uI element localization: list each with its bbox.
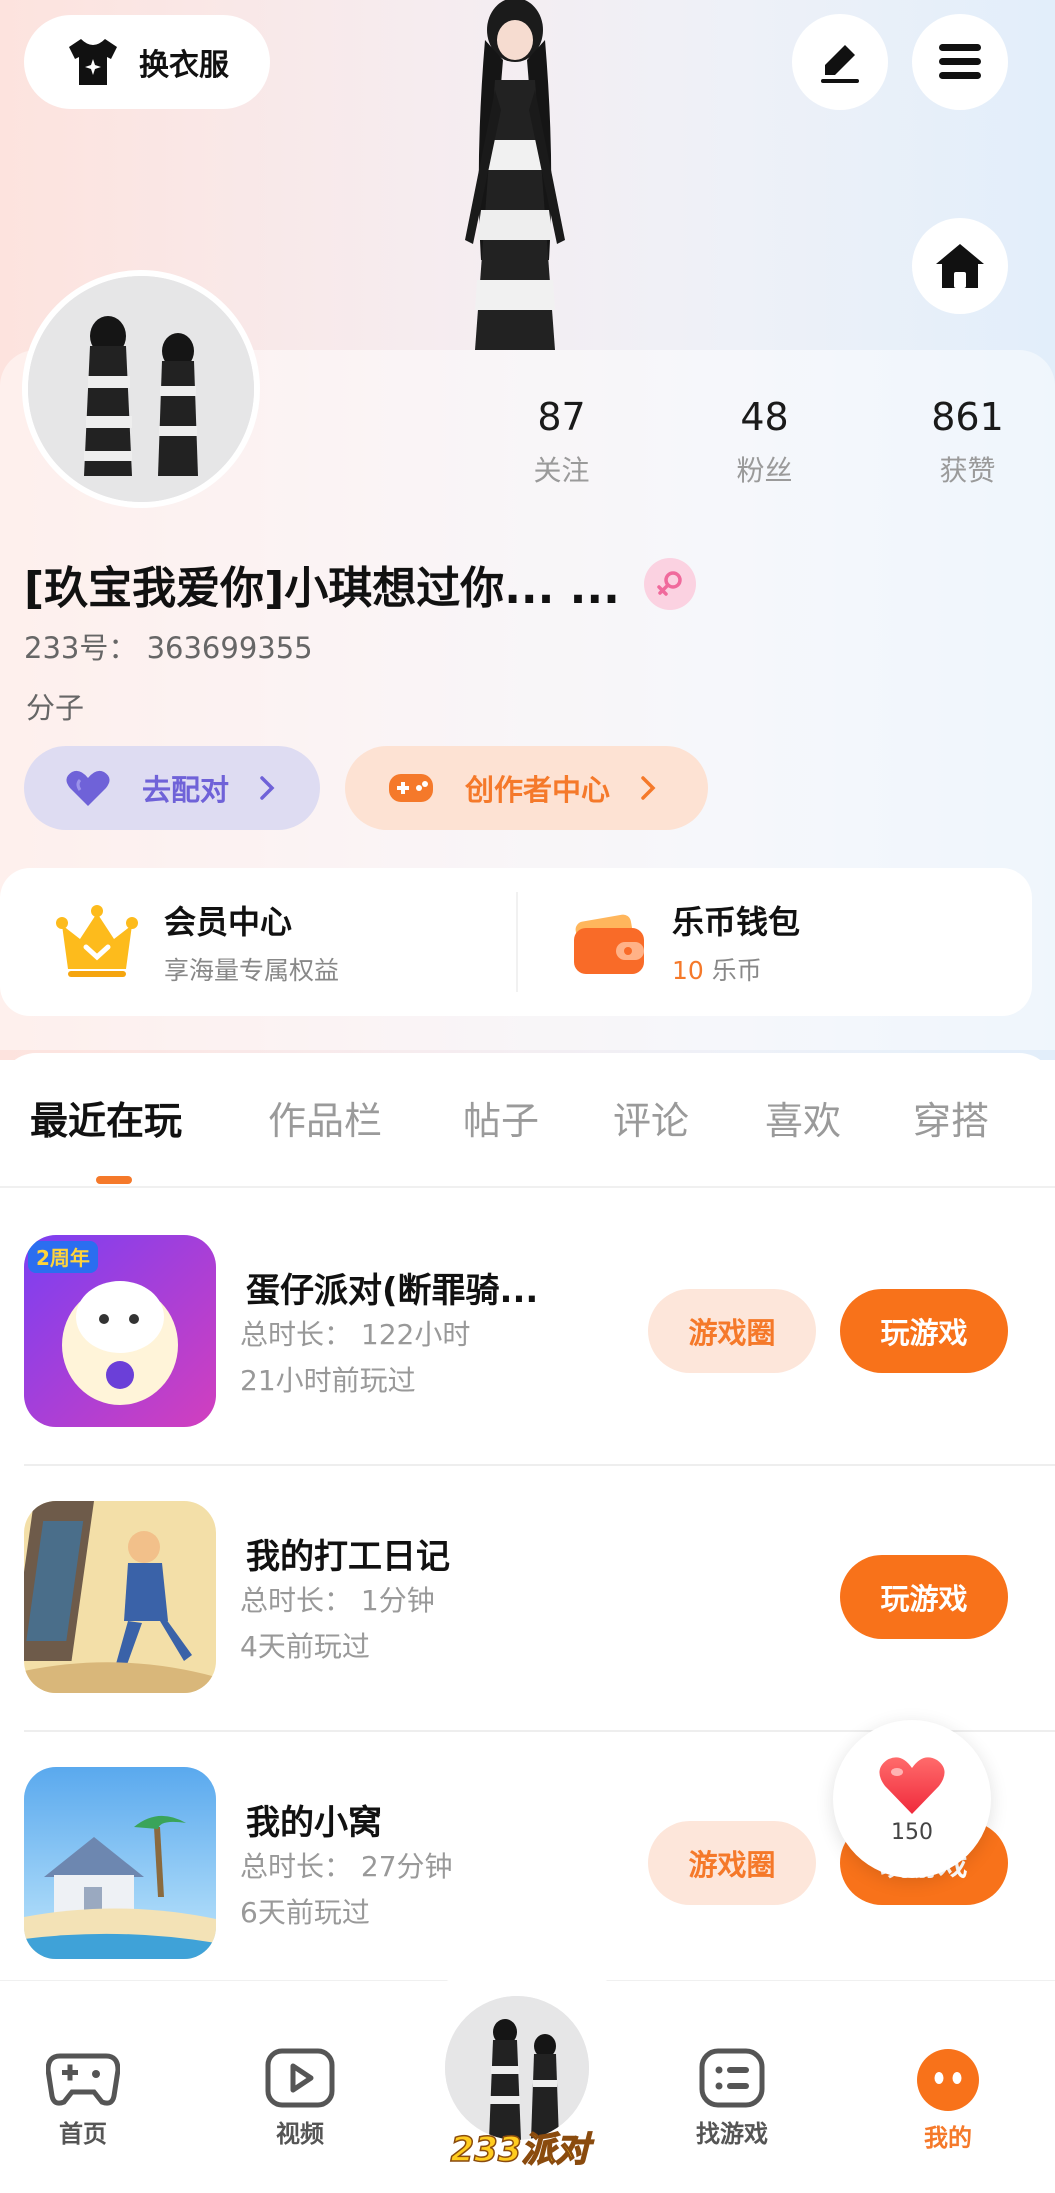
menu-button[interactable] [912, 14, 1008, 110]
nav-find-games[interactable]: 找游戏 [677, 2048, 787, 2149]
game-last-played: 4天前玩过 [240, 1630, 370, 1663]
game-row[interactable]: 我的打工日记 总时长： 1分钟 4天前玩过 玩游戏 [0, 1449, 1055, 1715]
tab-comments[interactable]: 评论 [613, 1090, 689, 1145]
change-outfit-button[interactable]: 换衣服 [24, 15, 270, 109]
work-diary-thumbnail [24, 1501, 216, 1693]
stat-following-value: 87 [537, 395, 586, 439]
pencil-icon [821, 45, 859, 83]
crown-icon [56, 905, 138, 977]
game-last-played: 21小时前玩过 [240, 1364, 416, 1397]
game-last-played: 6天前玩过 [240, 1896, 370, 1929]
card-divider [516, 892, 518, 992]
game-title: 我的小窝 [246, 1803, 382, 1843]
wallet-title: 乐币钱包 [672, 903, 801, 941]
vip-center-subtitle: 享海量专属权益 [164, 956, 340, 985]
match-button[interactable]: 去配对 [24, 746, 320, 830]
nav-home-label: 首页 [59, 2120, 107, 2148]
nav-find-games-label: 找游戏 [696, 2120, 768, 2148]
wallet-icon [574, 914, 644, 974]
vip-center-entry[interactable]: 会员中心 享海量专属权益 [0, 897, 516, 987]
home-space-button[interactable] [912, 218, 1008, 314]
video-play-icon [265, 2048, 335, 2108]
game-duration: 总时长： 27分钟 [240, 1850, 453, 1883]
svg-text:2周年: 2周年 [36, 1246, 90, 1270]
wallet-amount: 10 [672, 956, 704, 985]
hamburger-menu-icon [939, 44, 981, 79]
avatar-image [28, 276, 254, 502]
nickname: [玖宝我爱你]小琪想过你... ... [24, 563, 620, 614]
nav-video[interactable]: 视频 [245, 2048, 355, 2149]
stat-following-label: 关注 [533, 454, 590, 487]
nav-me[interactable]: 我的 [893, 2048, 1003, 2153]
female-symbol-icon [657, 571, 682, 596]
wallet-unit: 乐币 [711, 956, 762, 985]
game-thumbnail: 2周年 [24, 1235, 216, 1427]
tshirt-icon [69, 39, 117, 85]
play-game-button[interactable]: 玩游戏 [840, 1555, 1008, 1639]
user-id: 233号： 363699355 [24, 631, 313, 665]
stat-fans-value: 48 [740, 395, 789, 439]
avatar-3d-figure[interactable] [415, 0, 615, 350]
gamepad-icon [389, 774, 433, 802]
game-thumbnail [24, 1767, 216, 1959]
tab-posts[interactable]: 帖子 [463, 1090, 539, 1145]
nav-me-label: 我的 [924, 2124, 972, 2152]
stat-likes-label: 获赞 [939, 454, 996, 487]
creator-center-button[interactable]: 创作者中心 [345, 746, 708, 830]
like-bubble[interactable]: 150 [833, 1720, 991, 1878]
chevron-right-icon [260, 776, 275, 800]
game-title: 我的打工日记 [246, 1537, 450, 1577]
game-thumbnail [24, 1501, 216, 1693]
profile-stats: 87 关注 48 粉丝 861 获赞 [460, 395, 1055, 489]
female-gender-badge [643, 558, 696, 610]
like-count: 150 [891, 1819, 933, 1845]
change-outfit-label: 换衣服 [139, 48, 229, 83]
game-duration: 总时长： 1分钟 [240, 1584, 435, 1617]
game-duration: 总时长： 122小时 [240, 1318, 471, 1351]
play-game-button[interactable]: 玩游戏 [840, 1289, 1008, 1373]
creator-center-label: 创作者中心 [465, 773, 611, 807]
tab-outfits[interactable]: 穿搭 [913, 1090, 989, 1145]
gamepad-icon [46, 2053, 120, 2106]
avatar[interactable] [22, 270, 260, 508]
wallet-entry[interactable]: 乐币钱包 10 乐币 [516, 897, 1032, 987]
nav-home[interactable]: 首页 [28, 2048, 138, 2149]
house-icon [936, 244, 984, 288]
tab-likes[interactable]: 喜欢 [765, 1090, 841, 1145]
stat-following[interactable]: 87 关注 [460, 395, 663, 489]
tab-works[interactable]: 作品栏 [268, 1090, 382, 1145]
wallet-balance: 10 乐币 [672, 951, 800, 987]
eggy-party-thumbnail: 2周年 [24, 1235, 216, 1427]
game-row[interactable]: 2周年 蛋仔派对(断罪骑... 总时长： 122小时 21小时前玩过 游戏圈 玩… [0, 1183, 1055, 1449]
membership-wallet-card: 会员中心 享海量专属权益 乐币钱包 10 乐币 [0, 868, 1032, 1016]
chevron-right-icon [641, 776, 656, 800]
my-nest-thumbnail [24, 1767, 216, 1959]
stat-likes-value: 861 [931, 395, 1004, 439]
game-circle-button[interactable]: 游戏圈 [648, 1289, 816, 1373]
user-bio: 分子 [26, 691, 85, 725]
game-title: 蛋仔派对(断罪骑... [246, 1271, 539, 1311]
party-avatar-image [445, 1996, 589, 2140]
nav-video-label: 视频 [276, 2120, 324, 2148]
heart-icon [879, 1756, 945, 1814]
stat-fans[interactable]: 48 粉丝 [663, 395, 866, 489]
match-button-label: 去配对 [142, 773, 230, 807]
heart-icon [66, 770, 110, 806]
nickname-row: [玖宝我爱你]小琪想过你... ... [24, 552, 696, 616]
nav-party-center[interactable] [445, 1996, 589, 2140]
vip-center-title: 会员中心 [164, 903, 293, 941]
profile-face-icon [917, 2049, 979, 2111]
profile-tabs: 最近在玩 作品栏 帖子 评论 喜欢 穿搭 [0, 1090, 1055, 1186]
edit-profile-button[interactable] [792, 14, 888, 110]
stat-likes[interactable]: 861 获赞 [866, 395, 1055, 489]
tab-recent-play[interactable]: 最近在玩 [30, 1090, 182, 1145]
list-icon [699, 2048, 765, 2108]
stat-fans-label: 粉丝 [736, 454, 793, 487]
nav-party-label: 233派对 [450, 2129, 590, 2171]
game-circle-button[interactable]: 游戏圈 [648, 1821, 816, 1905]
